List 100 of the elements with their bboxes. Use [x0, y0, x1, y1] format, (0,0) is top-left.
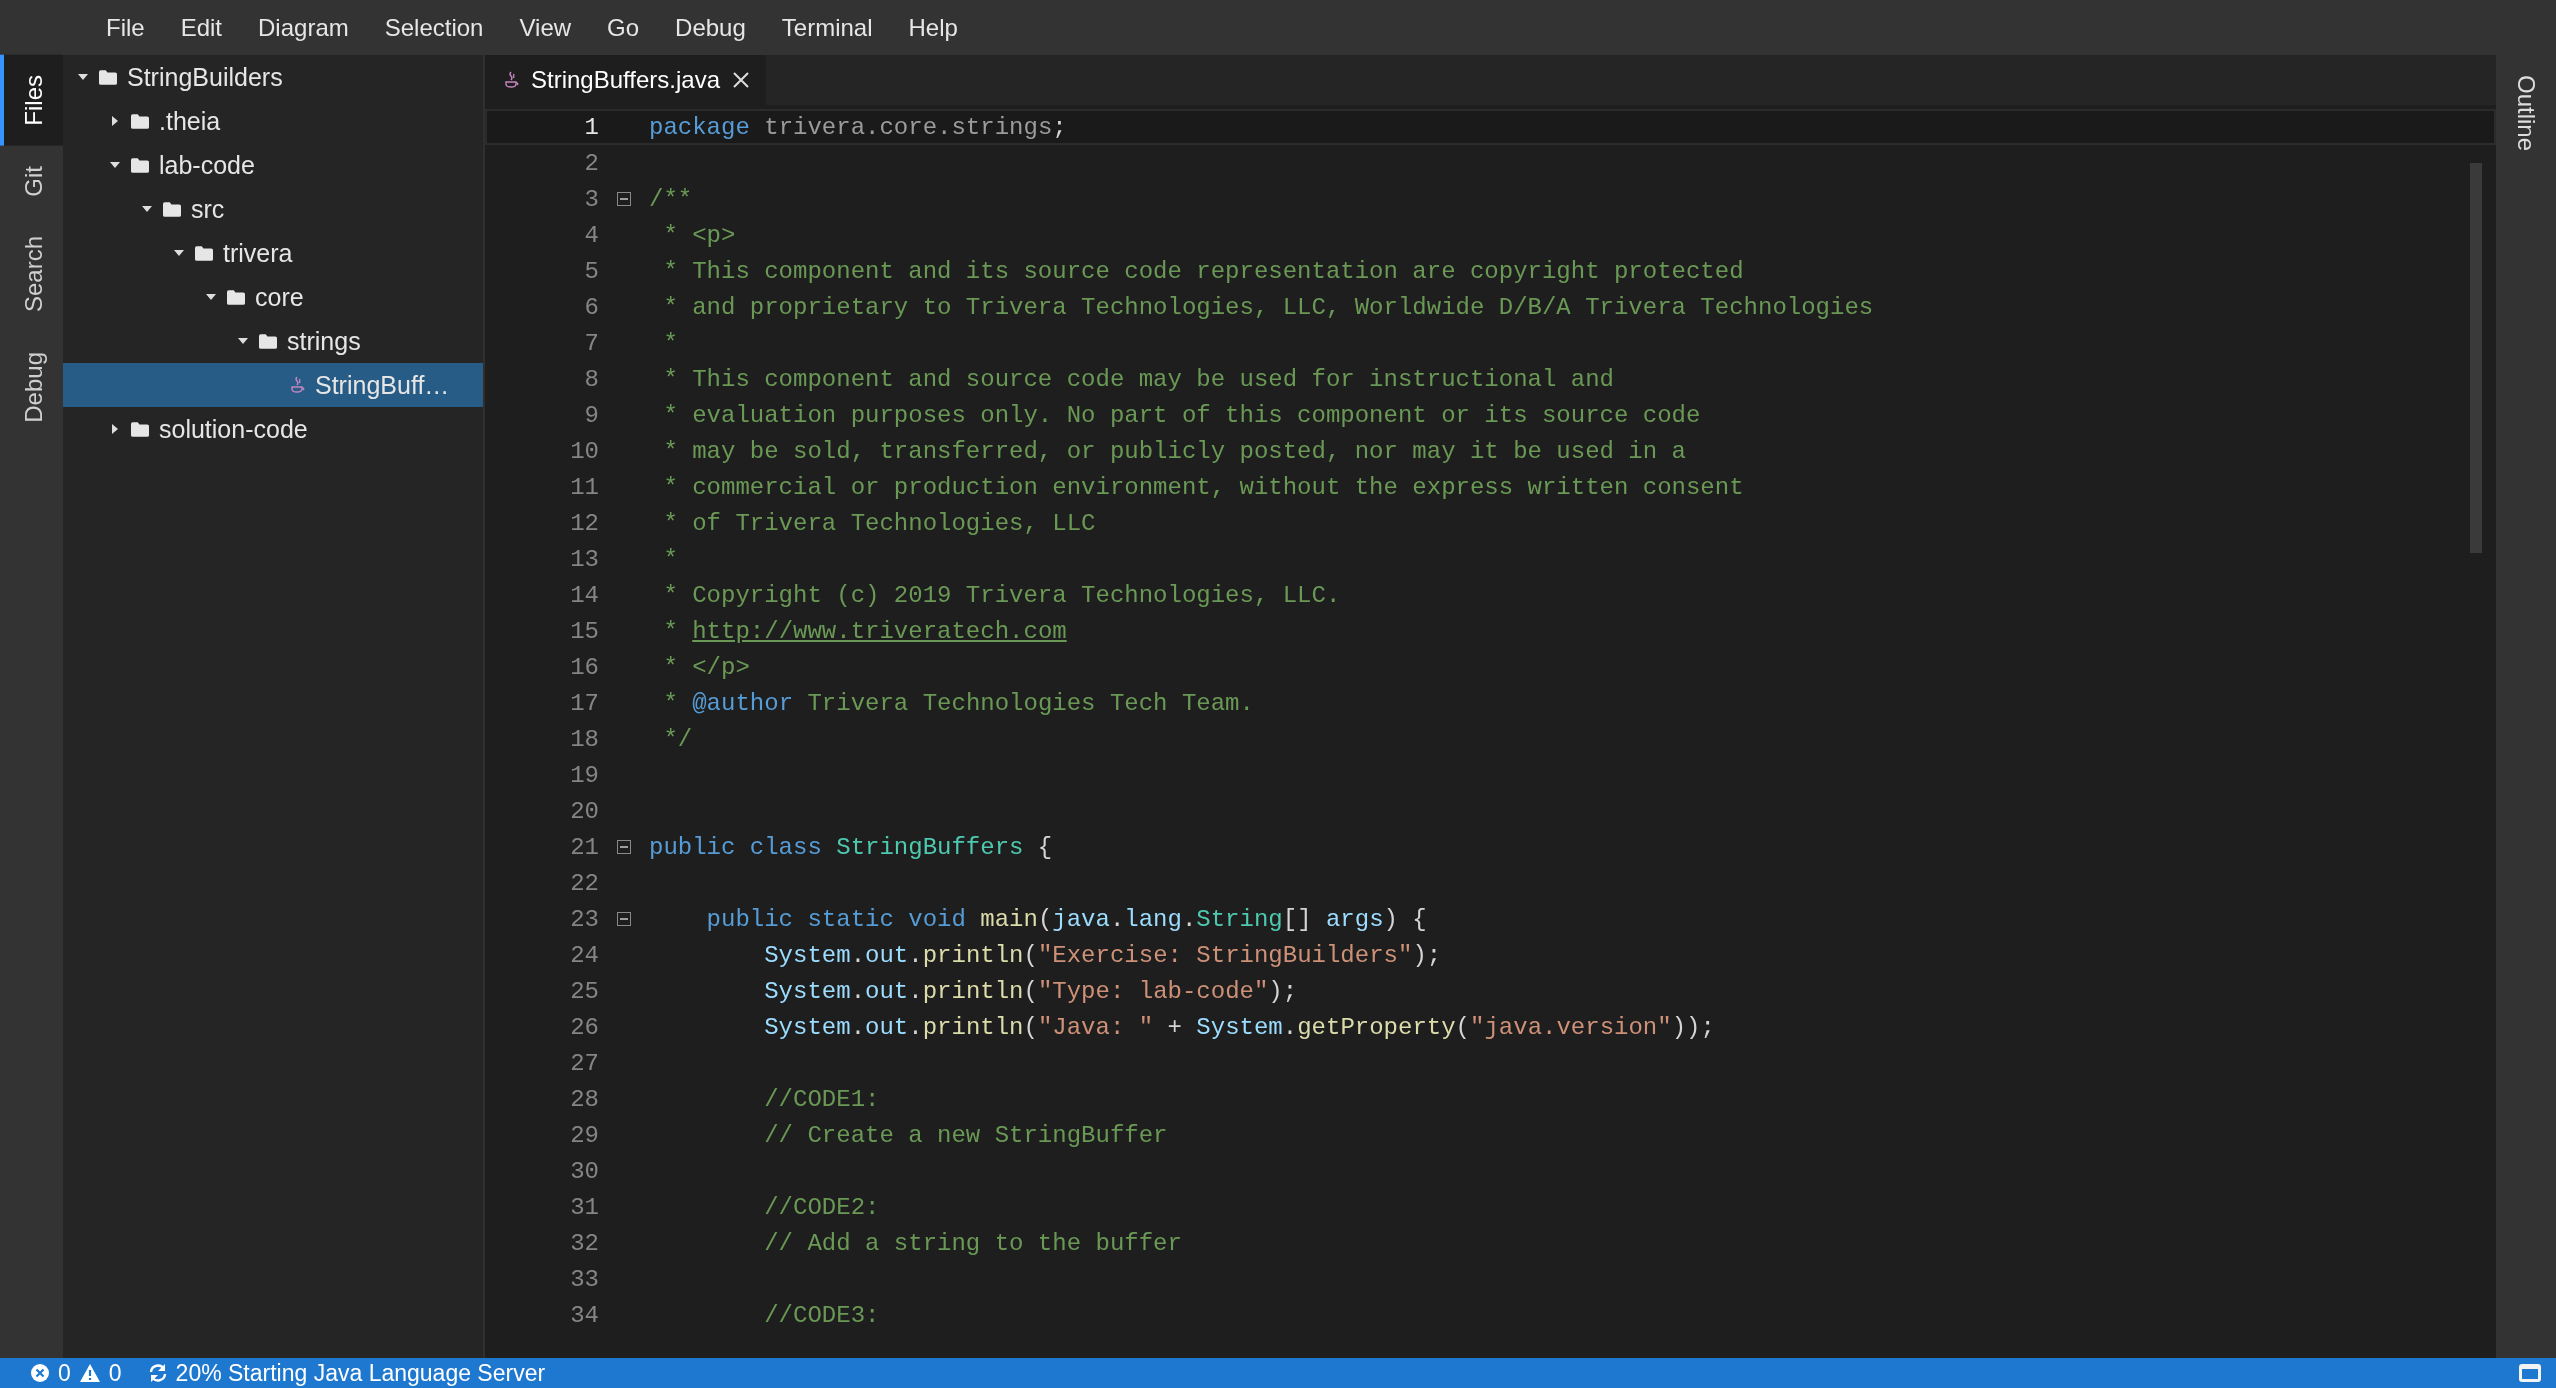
side-tab[interactable]: Git — [0, 145, 63, 217]
code-line: package trivera.core.strings; — [649, 113, 1067, 141]
code-line: * <p> — [662, 221, 736, 249]
code-line: * may be sold, transferred, or publicly posted, nor may it be used in a — [662, 437, 1686, 465]
folder-icon — [259, 333, 277, 349]
line-number: 28 — [569, 1085, 599, 1113]
coffee-cup-icon — [505, 71, 519, 89]
line-number: 14 — [569, 581, 599, 609]
menu-item[interactable]: Diagram — [240, 13, 367, 42]
code-line: * @author Trivera Technologies Tech Team. — [662, 689, 1254, 717]
tree-item[interactable]: lab-code — [63, 143, 483, 187]
line-number: 15 — [569, 617, 599, 645]
line-number: 24 — [569, 941, 599, 969]
code-line: * http://www.triveratech.com — [662, 617, 1067, 645]
side-tab[interactable]: Search — [0, 216, 63, 333]
menu-item[interactable]: Terminal — [763, 13, 891, 42]
line-number: 12 — [569, 509, 599, 537]
line-number: 18 — [569, 725, 599, 753]
side-tab[interactable]: Files — [0, 55, 63, 146]
line-number: 3 — [583, 185, 599, 213]
folder-icon — [163, 201, 181, 217]
code-line: /** — [649, 185, 693, 213]
line-number: 1 — [583, 113, 599, 141]
code-line: * Copyright (c) 2019 Trivera Technologies, LLC. — [662, 581, 1341, 609]
line-number: 5 — [583, 257, 599, 285]
tree-item[interactable]: solution-code — [63, 407, 483, 451]
code-line: * and proprietary to Trivera Technologies, LLC, Worldwide D/B/A Trivera Technologies — [662, 293, 1874, 321]
line-number: 25 — [569, 977, 599, 1005]
close-icon[interactable] — [732, 71, 750, 89]
error-icon[interactable] — [30, 1363, 50, 1383]
code-line: System.out.println("Java: " + System.getProperty("java.version")); — [763, 1013, 1715, 1041]
line-number: 2 — [583, 149, 599, 177]
line-number: 10 — [569, 437, 599, 465]
menu-item[interactable]: Debug — [657, 13, 764, 42]
sync-icon — [147, 1363, 168, 1383]
menu-item[interactable]: Help — [890, 13, 976, 42]
folder-icon — [195, 245, 213, 261]
menu-item[interactable]: Edit — [162, 13, 241, 42]
line-number: 33 — [569, 1265, 599, 1293]
collapse-icon[interactable] — [617, 912, 631, 926]
line-number: 20 — [569, 797, 599, 825]
menu-item[interactable]: Go — [589, 13, 658, 42]
code-line: * This component and its source code representation are copyright protected — [662, 257, 1744, 285]
code-line: * This component and source code may be used for instructional and — [662, 365, 1614, 393]
code-line: public static void main(java.lang.String[] args) { — [705, 905, 1427, 933]
line-number: 19 — [569, 761, 599, 789]
code-line: * </p> — [662, 653, 750, 681]
code-line: //CODE3: — [763, 1301, 880, 1329]
line-number: 26 — [569, 1013, 599, 1041]
tree-item[interactable]: src — [63, 187, 483, 231]
folder-icon — [131, 113, 149, 129]
menu-item[interactable]: File — [88, 13, 163, 42]
side-tab[interactable]: Outline — [2496, 55, 2556, 172]
line-number: 16 — [569, 653, 599, 681]
side-tab[interactable]: Debug — [0, 332, 63, 444]
line-number: 31 — [569, 1193, 599, 1221]
line-number: 8 — [583, 365, 599, 393]
code-line: * of Trivera Technologies, LLC — [662, 509, 1096, 537]
code-line: * — [662, 545, 678, 573]
collapse-icon[interactable] — [617, 840, 631, 854]
folder-icon — [131, 157, 149, 173]
line-number: 29 — [569, 1121, 599, 1149]
line-number: 23 — [569, 905, 599, 933]
scrollbar[interactable] — [2470, 163, 2482, 553]
code-line: System.out.println("Exercise: StringBuilders"); — [763, 941, 1442, 969]
tree-item[interactable]: strings — [63, 319, 483, 363]
code-line: * commercial or production environment, without the express written consent — [662, 473, 1744, 501]
tree-item[interactable]: StringBuilders — [63, 55, 483, 99]
line-number: 4 — [583, 221, 599, 249]
code-line: // Add a string to the buffer — [763, 1229, 1182, 1257]
warning-icon[interactable] — [78, 1363, 101, 1383]
line-number: 11 — [569, 473, 599, 501]
folder-icon — [131, 421, 149, 437]
tree-item[interactable]: StringBuff… — [63, 363, 483, 407]
line-number: 32 — [569, 1229, 599, 1257]
tree-item[interactable]: core — [63, 275, 483, 319]
coffee-cup-icon — [291, 376, 305, 394]
code-line: * evaluation purposes only. No part of this component or its source code — [662, 401, 1701, 429]
collapse-icon[interactable] — [617, 192, 631, 206]
line-number: 7 — [583, 329, 599, 357]
code-line: public class StringBuffers { — [649, 833, 1053, 861]
code-line: // Create a new StringBuffer — [763, 1121, 1168, 1149]
editor-tab[interactable]: StringBuffers.java — [485, 55, 766, 105]
panel-icon[interactable] — [2518, 1363, 2542, 1383]
line-number: 22 — [569, 869, 599, 897]
warning-count[interactable]: 0 — [108, 1359, 122, 1387]
menu-item[interactable]: Selection — [366, 13, 502, 42]
folder-icon — [99, 69, 117, 85]
code-line: System.out.println("Type: lab-code"); — [763, 977, 1298, 1005]
tree-item[interactable]: .theia — [63, 99, 483, 143]
code-line: //CODE1: — [763, 1085, 880, 1113]
tree-item[interactable]: trivera — [63, 231, 483, 275]
code-line: //CODE2: — [763, 1193, 880, 1221]
folder-icon — [227, 289, 245, 305]
error-count[interactable]: 0 — [58, 1359, 71, 1387]
line-number: 9 — [583, 401, 599, 429]
line-number: 13 — [569, 545, 599, 573]
line-number: 34 — [569, 1301, 599, 1329]
line-number: 17 — [569, 689, 599, 717]
menu-item[interactable]: View — [501, 13, 590, 42]
